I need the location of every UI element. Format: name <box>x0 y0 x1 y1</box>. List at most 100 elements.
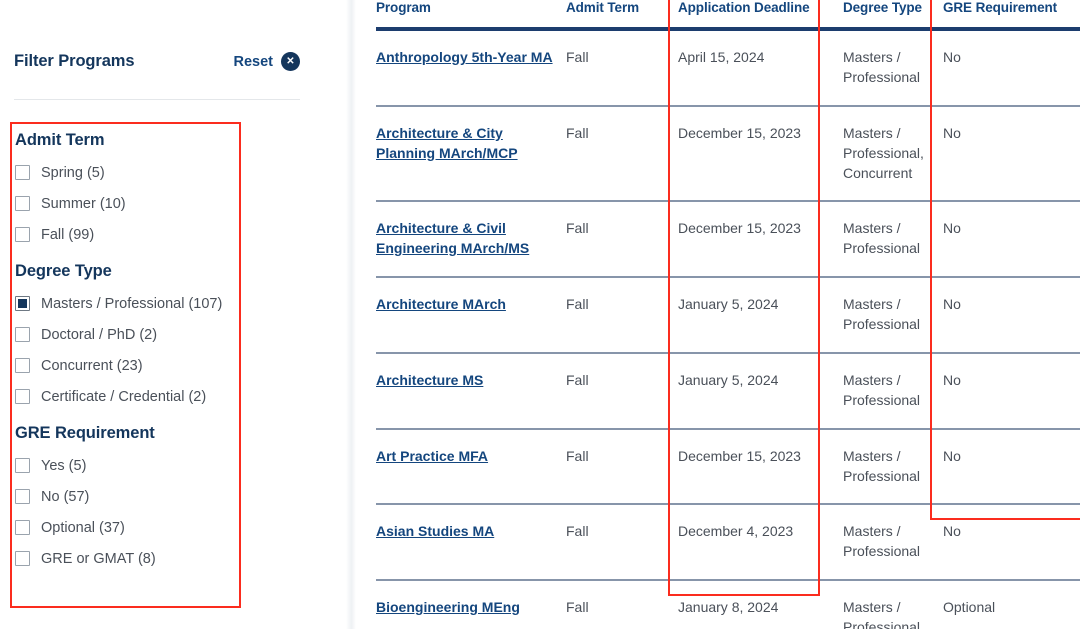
column-header-application-deadline[interactable]: Application Deadline <box>678 0 843 31</box>
cell-application-deadline: December 15, 2023 <box>678 201 843 279</box>
filter-option[interactable]: Masters / Professional (107) <box>15 293 265 314</box>
program-link[interactable]: Anthropology 5th-Year MA <box>376 49 553 65</box>
table-row: Architecture & Civil Engineering MArch/M… <box>376 201 1080 279</box>
program-link[interactable]: Architecture & City Planning MArch/MCP <box>376 125 518 161</box>
checkbox-icon[interactable] <box>15 358 30 373</box>
cell-program: Architecture & City Planning MArch/MCP <box>376 105 566 203</box>
checkbox-icon[interactable] <box>15 551 30 566</box>
cell-application-deadline: April 15, 2024 <box>678 29 843 107</box>
table-row: Bioengineering MEng Fall January 8, 2024 Ma… <box>376 580 1080 629</box>
table-body: Anthropology 5th-Year MA Fall April 15, 20… <box>376 29 1080 629</box>
column-header-admit-term[interactable]: Admit Term <box>566 0 678 31</box>
cell-program: Architecture & Civil Engineering MArch/M… <box>376 201 566 279</box>
cell-application-deadline: December 4, 2023 <box>678 504 843 582</box>
program-link[interactable]: Art Practice MFA <box>376 448 488 464</box>
cell-gre-requirement: Optional <box>943 580 1080 629</box>
filter-group-title: GRE Requirement <box>15 424 155 442</box>
program-link[interactable]: Architecture MS <box>376 372 483 388</box>
cell-application-deadline: December 15, 2023 <box>678 428 843 506</box>
column-header-program[interactable]: Program <box>376 0 566 31</box>
checkbox-icon[interactable] <box>15 196 30 211</box>
filter-option-label: Certificate / Credential (2) <box>41 388 207 405</box>
cell-gre-requirement: No <box>943 277 1080 354</box>
cell-degree-type: Masters / Professional <box>843 201 943 279</box>
table-row: Art Practice MFA Fall December 15, 2023 Mas… <box>376 428 1080 506</box>
filter-option-label: GRE or GMAT (8) <box>41 550 156 567</box>
table-header-row: Program Admit Term Application Deadline … <box>376 0 1080 31</box>
reset-label: Reset <box>233 53 274 70</box>
table-row: Asian Studies MA Fall December 4, 2023 Mast… <box>376 504 1080 582</box>
filter-option-label: Doctoral / PhD (2) <box>41 326 158 343</box>
cell-application-deadline: December 15, 2023 <box>678 105 843 203</box>
checkbox-icon[interactable] <box>15 165 30 180</box>
filter-group: Degree Type Masters / Professional (107) D… <box>15 262 265 407</box>
cell-program: Asian Studies MA <box>376 504 566 582</box>
programs-table: Program Admit Term Application Deadline … <box>376 0 1080 629</box>
cell-admit-term: Fall <box>566 428 678 506</box>
filter-option[interactable]: No (57) <box>15 486 265 507</box>
filter-option[interactable]: Doctoral / PhD (2) <box>15 324 265 345</box>
filter-option-label: Concurrent (23) <box>41 357 143 374</box>
cell-degree-type: Masters / Professional <box>843 428 943 506</box>
cell-program: Anthropology 5th-Year MA <box>376 29 566 107</box>
cell-degree-type: Masters / Professional, Concurrent <box>843 105 943 203</box>
filter-groups: Admit Term Spring (5) Summer (10) Fall (99)… <box>15 131 265 586</box>
column-header-degree-type[interactable]: Degree Type <box>843 0 943 31</box>
filter-option[interactable]: Summer (10) <box>15 193 265 214</box>
cell-program: Bioengineering MEng <box>376 580 566 629</box>
program-link[interactable]: Asian Studies MA <box>376 523 494 539</box>
checkbox-icon[interactable] <box>15 489 30 504</box>
filter-option[interactable]: Fall (99) <box>15 224 265 245</box>
program-link[interactable]: Bioengineering MEng <box>376 599 520 615</box>
filter-option-label: Summer (10) <box>41 195 126 212</box>
panel-divider <box>346 0 356 629</box>
cell-program: Architecture MArch <box>376 277 566 354</box>
filter-option[interactable]: Optional (37) <box>15 517 265 538</box>
checkbox-icon[interactable] <box>15 389 30 404</box>
checkbox-icon[interactable] <box>15 227 30 242</box>
cell-gre-requirement: No <box>943 105 1080 203</box>
cell-admit-term: Fall <box>566 580 678 629</box>
checkbox-icon[interactable] <box>15 458 30 473</box>
filter-option[interactable]: GRE or GMAT (8) <box>15 548 265 569</box>
programs-table-area: Program Admit Term Application Deadline … <box>356 0 1080 629</box>
cell-degree-type: Masters / Professional <box>843 504 943 582</box>
filter-option-label: Fall (99) <box>41 226 95 243</box>
table-row: Architecture MArch Fall January 5, 2024 Mas… <box>376 277 1080 354</box>
checkbox-icon[interactable] <box>15 327 30 342</box>
cell-degree-type: Masters / Professional <box>843 580 943 629</box>
filter-option-label: No (57) <box>41 488 90 505</box>
cell-program: Art Practice MFA <box>376 428 566 506</box>
filter-option[interactable]: Certificate / Credential (2) <box>15 386 265 407</box>
close-circle-icon[interactable]: ✕ <box>281 52 300 71</box>
filter-option[interactable]: Concurrent (23) <box>15 355 265 376</box>
program-link[interactable]: Architecture MArch <box>376 296 506 312</box>
cell-gre-requirement: No <box>943 201 1080 279</box>
filter-panel: Filter Programs Reset ✕ Admit Term Spring… <box>0 0 346 629</box>
filter-option[interactable]: Spring (5) <box>15 162 265 183</box>
page-title: Filter Programs <box>14 52 135 70</box>
cell-degree-type: Masters / Professional <box>843 277 943 354</box>
cell-admit-term: Fall <box>566 504 678 582</box>
filter-option-label: Spring (5) <box>41 164 105 181</box>
column-header-gre-requirement[interactable]: GRE Requirement <box>943 0 1080 31</box>
cell-admit-term: Fall <box>566 201 678 279</box>
filter-option-label: Masters / Professional (107) <box>41 295 223 312</box>
program-link[interactable]: Architecture & Civil Engineering MArch/M… <box>376 220 529 256</box>
filter-group-title: Admit Term <box>15 131 105 149</box>
cell-admit-term: Fall <box>566 277 678 354</box>
cell-program: Architecture MS <box>376 352 566 430</box>
header-divider <box>14 99 300 100</box>
cell-gre-requirement: No <box>943 504 1080 582</box>
cell-admit-term: Fall <box>566 105 678 203</box>
cell-degree-type: Masters / Professional <box>843 29 943 107</box>
cell-gre-requirement: No <box>943 352 1080 430</box>
checkbox-icon[interactable] <box>15 520 30 535</box>
filter-option-label: Yes (5) <box>41 457 87 474</box>
cell-admit-term: Fall <box>566 352 678 430</box>
filter-option[interactable]: Yes (5) <box>15 455 265 476</box>
checkbox-checked-icon[interactable] <box>15 296 30 311</box>
filter-group: Admit Term Spring (5) Summer (10) Fall (99) <box>15 131 265 245</box>
reset-filters-button[interactable]: Reset ✕ <box>233 52 300 71</box>
filter-group-title: Degree Type <box>15 262 112 280</box>
